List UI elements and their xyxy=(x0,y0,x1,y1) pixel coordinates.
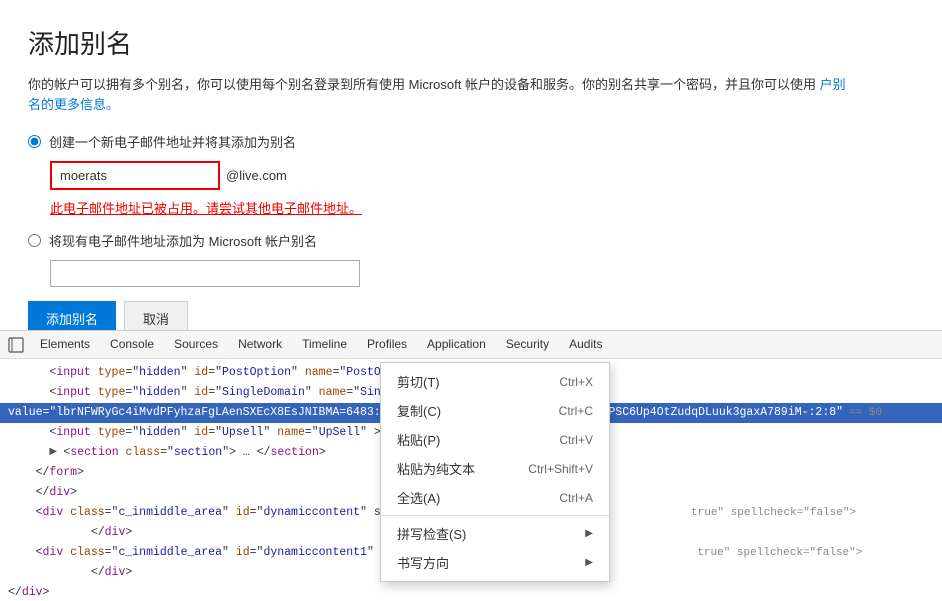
context-menu-item-cut[interactable]: 剪切(T) Ctrl+X xyxy=(381,367,609,396)
inspect-element-button[interactable] xyxy=(4,333,28,357)
context-menu-item-select-all[interactable]: 全选(A) Ctrl+A xyxy=(381,483,609,512)
email-input[interactable] xyxy=(50,161,220,190)
tab-security[interactable]: Security xyxy=(496,333,559,357)
radio1-input[interactable] xyxy=(28,135,41,148)
context-menu-item-paste-plain[interactable]: 粘贴为纯文本 Ctrl+Shift+V xyxy=(381,454,609,483)
radio2-label[interactable]: 将现有电子邮件地址添加为 Microsoft 帐户别名 xyxy=(28,231,914,250)
tab-sources[interactable]: Sources xyxy=(164,333,228,357)
devtools-tabs: Elements Console Sources Network Timelin… xyxy=(30,333,612,357)
context-menu-item-writing-direction[interactable]: 书写方向 ▶ xyxy=(381,548,609,577)
create-alias-section: 创建一个新电子邮件地址并将其添加为别名 @live.com 此电子邮件地址已被占… xyxy=(28,132,914,217)
tab-console[interactable]: Console xyxy=(100,333,164,357)
context-menu: 剪切(T) Ctrl+X 复制(C) Ctrl+C 粘贴(P) Ctrl+V 粘… xyxy=(380,362,610,582)
tab-application[interactable]: Application xyxy=(417,333,496,357)
tab-timeline[interactable]: Timeline xyxy=(292,333,357,357)
context-menu-item-spellcheck[interactable]: 拼写检查(S) ▶ xyxy=(381,519,609,548)
radio2-input[interactable] xyxy=(28,234,41,247)
context-menu-item-paste[interactable]: 粘贴(P) Ctrl+V xyxy=(381,425,609,454)
existing-email-input-row xyxy=(50,260,914,287)
error-message: 此电子邮件地址已被占用。请尝试其他电子邮件地址。 xyxy=(50,198,914,217)
email-input-row: @live.com xyxy=(50,161,914,190)
main-content: 添加别名 你的帐户可以拥有多个别名，你可以使用每个别名登录到所有使用 Micro… xyxy=(0,0,942,352)
existing-alias-section: 将现有电子邮件地址添加为 Microsoft 帐户别名 xyxy=(28,231,914,287)
context-menu-divider xyxy=(381,515,609,516)
existing-email-input[interactable] xyxy=(50,260,360,287)
devtools-toolbar: Elements Console Sources Network Timelin… xyxy=(0,331,942,359)
radio1-label[interactable]: 创建一个新电子邮件地址并将其添加为别名 xyxy=(28,132,914,151)
description: 你的帐户可以拥有多个别名，你可以使用每个别名登录到所有使用 Microsoft … xyxy=(28,75,848,114)
page-title: 添加别名 xyxy=(28,24,914,61)
tab-network[interactable]: Network xyxy=(228,333,292,357)
email-domain: @live.com xyxy=(226,168,287,183)
tab-profiles[interactable]: Profiles xyxy=(357,333,417,357)
tab-elements[interactable]: Elements xyxy=(30,333,100,357)
error-link[interactable]: 此电子邮件地址已被占用。请尝试其他电子邮件地址。 xyxy=(50,201,362,216)
context-menu-item-copy[interactable]: 复制(C) Ctrl+C xyxy=(381,396,609,425)
code-line: </div> xyxy=(0,583,942,601)
tab-audits[interactable]: Audits xyxy=(559,333,612,357)
